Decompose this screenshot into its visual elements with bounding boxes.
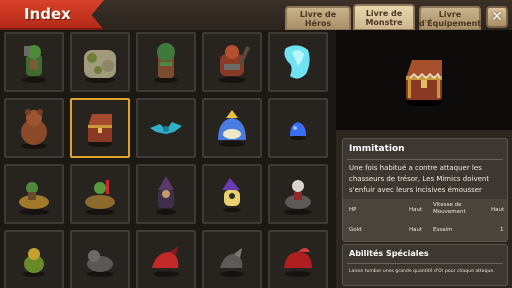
monster-cell-mimic[interactable] [70,98,130,158]
stone-golem-icon [84,50,116,83]
monster-cell-ogre[interactable] [202,32,262,92]
goblin-rider-scout-icon [85,180,115,215]
goblin-rider-icon [19,182,49,215]
stat-swarm-value: 1 [500,227,504,233]
stat-gold-label: Gold [349,227,362,233]
divider [347,159,503,160]
page-title: Index [24,5,71,23]
purple-wizard-icon [222,178,241,212]
monster-cell-witch[interactable] [136,164,196,224]
mimic-chest-icon [406,60,442,106]
ice-spirit-icon [284,45,310,79]
monster-stats: HP Haut Vitesse de Mouvement Haut Gold H… [343,199,507,241]
monster-preview [336,30,512,130]
monster-cell-crimson-beast[interactable] [268,230,328,288]
stat-swarm-label: Essaim [433,227,453,233]
small-blue-slime-icon [290,122,306,140]
monster-name: Immitation [349,144,405,154]
brown-bear-icon [21,109,47,149]
green-orc-warrior-icon [22,45,46,83]
monster-cell-frog[interactable] [4,230,64,288]
stat-hp-label: HP [349,207,357,213]
close-button[interactable]: ✕ [486,6,508,28]
monster-cell-orc[interactable] [4,32,64,92]
tab-equipment-book[interactable]: Livre d'Équipement [419,6,481,31]
monster-cell-goblin-scout[interactable] [70,164,130,224]
monster-cell-drake[interactable] [202,230,262,288]
red-armored-ogre-icon [218,45,251,83]
abilities-title: Abilités Spéciales [349,249,429,258]
grey-wolf-icon [87,250,113,277]
monster-cell-treant[interactable] [136,32,196,92]
divider [347,263,503,264]
monster-cell-bat[interactable] [136,98,196,158]
blue-bat-icon [150,122,182,134]
green-frog-icon [23,248,45,277]
mimic-chest-icon [88,114,112,147]
monster-cell-goblin-rider[interactable] [4,164,64,224]
blue-slime-icon [218,110,246,147]
monster-cell-ice[interactable] [268,32,328,92]
crimson-beast-icon [284,248,312,277]
monster-cell-small-slime[interactable] [268,98,328,158]
grey-drake-icon [220,248,244,277]
monster-cell-dragon[interactable] [136,230,196,288]
monster-grid [0,30,336,288]
monster-cell-golem[interactable] [70,32,130,92]
red-dragon-icon [152,246,179,277]
stat-speed-label: Vitesse de Mouvement [433,202,466,215]
abilities-box: Abilités Spéciales Laisse tomber unes gr… [342,244,508,286]
skull-rider-icon [284,180,312,215]
stat-hp-value: Haut [409,207,423,213]
stat-gold-value: Haut [409,227,423,233]
close-x-icon: ✕ [491,9,503,25]
stat-speed-value: Haut [491,207,505,213]
monster-cell-slime[interactable] [202,98,262,158]
tab-monster-book[interactable]: Livre de Monstre [353,4,415,31]
tab-heroes-book[interactable]: Livre de Héros [285,6,351,31]
abilities-text: Laisse tomber unes grande quantité d'Or … [349,269,495,274]
moss-treant-icon [154,43,178,83]
monster-description: Une fois habitué a contre attaquer les c… [349,164,490,194]
monster-cell-bear[interactable] [4,98,64,158]
monster-cell-skull-rider[interactable] [268,164,328,224]
dark-witch-icon [156,176,176,215]
monster-cell-wolf[interactable] [70,230,130,288]
monster-description-box: Immitation Une fois habitué a contre att… [342,138,508,242]
monster-cell-wizard[interactable] [202,164,262,224]
monster-info-panel: Immitation Une fois habitué a contre att… [336,130,512,288]
